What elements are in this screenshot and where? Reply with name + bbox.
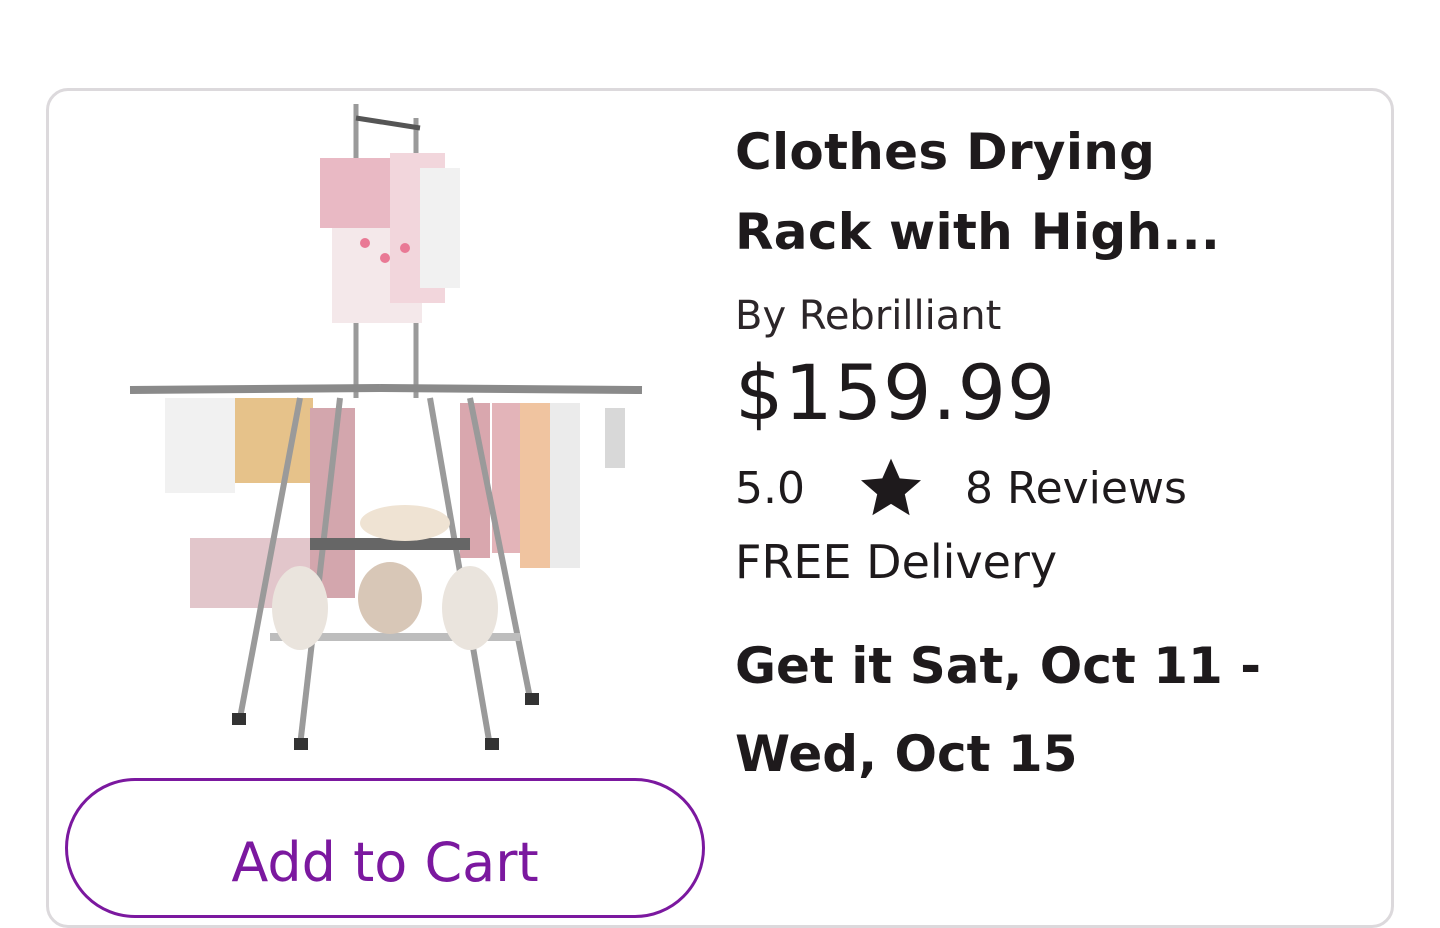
delivery-info: FREE Delivery	[735, 535, 1058, 589]
review-count[interactable]: 8 Reviews	[965, 463, 1187, 514]
product-price: $159.99	[735, 348, 1057, 437]
add-to-cart-button[interactable]: Add to Cart	[65, 778, 705, 918]
delivery-date: Get it Sat, Oct 11 - Wed, Oct 15	[735, 637, 1261, 783]
product-image[interactable]	[120, 98, 660, 758]
product-info: Clothes Drying Rack with High... By Rebr…	[735, 112, 1385, 798]
rating-row[interactable]: 5.0 8 Reviews	[735, 446, 1385, 530]
rating-value: 5.0	[735, 462, 805, 514]
product-brand[interactable]: By Rebrilliant	[735, 290, 1385, 342]
product-title[interactable]: Clothes Drying Rack with High...	[735, 112, 1295, 272]
star-icon	[861, 458, 921, 516]
